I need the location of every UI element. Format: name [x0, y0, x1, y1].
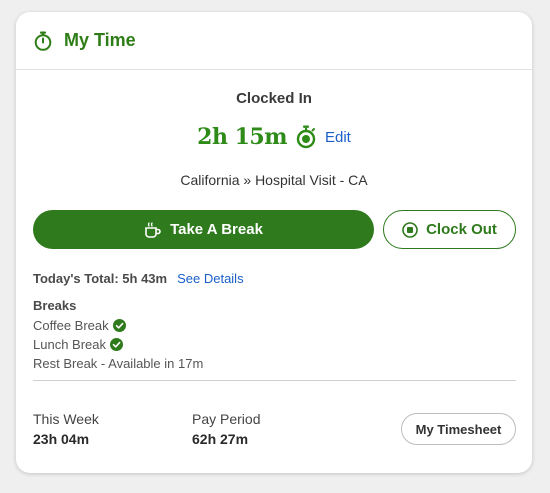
- stopwatch-icon: [32, 30, 54, 52]
- todays-total: Today's Total: 5h 43m: [33, 271, 168, 286]
- todays-total-row: Today's Total: 5h 43m See Details: [33, 271, 244, 286]
- breaks-heading: Breaks: [33, 298, 77, 313]
- location-label: California » Hospital Visit - CA: [180, 172, 368, 188]
- this-week-label: This Week: [33, 411, 99, 427]
- take-break-button[interactable]: Take A Break: [33, 210, 374, 249]
- break-item-coffee: Coffee Break: [33, 318, 126, 333]
- card-header: My Time: [16, 12, 532, 70]
- clock-out-button[interactable]: Clock Out: [383, 210, 516, 249]
- check-circle-icon: [112, 319, 126, 332]
- edit-time-link[interactable]: Edit: [325, 129, 351, 146]
- take-break-label: Take A Break: [170, 221, 263, 238]
- coffee-cup-icon: [144, 221, 162, 238]
- pay-period-label: Pay Period: [192, 411, 261, 427]
- break-item-label: Rest Break - Available in 17m: [33, 356, 204, 371]
- pay-period-value: 62h 27m: [192, 431, 249, 447]
- break-item-label: Coffee Break: [33, 318, 109, 333]
- break-item-rest: Rest Break - Available in 17m: [33, 356, 203, 371]
- check-circle-icon: [110, 338, 123, 351]
- break-item-lunch: Lunch Break: [33, 337, 123, 352]
- clock-out-label: Clock Out: [426, 221, 497, 238]
- stop-icon: [402, 221, 418, 238]
- see-details-link[interactable]: See Details: [177, 271, 243, 286]
- card-title: My Time: [64, 30, 136, 50]
- elapsed-time: 2h 15m: [197, 124, 287, 150]
- timer-icon: [295, 125, 317, 149]
- my-time-card: My Time Clocked In 2h 15m Edit Californi…: [16, 12, 532, 473]
- section-divider: [33, 380, 516, 381]
- clock-status-label: Clocked In: [236, 90, 312, 107]
- this-week-value: 23h 04m: [33, 431, 90, 447]
- my-timesheet-button[interactable]: My Timesheet: [401, 413, 516, 445]
- timer-row: 2h 15m Edit: [16, 124, 532, 150]
- break-item-label: Lunch Break: [33, 337, 106, 352]
